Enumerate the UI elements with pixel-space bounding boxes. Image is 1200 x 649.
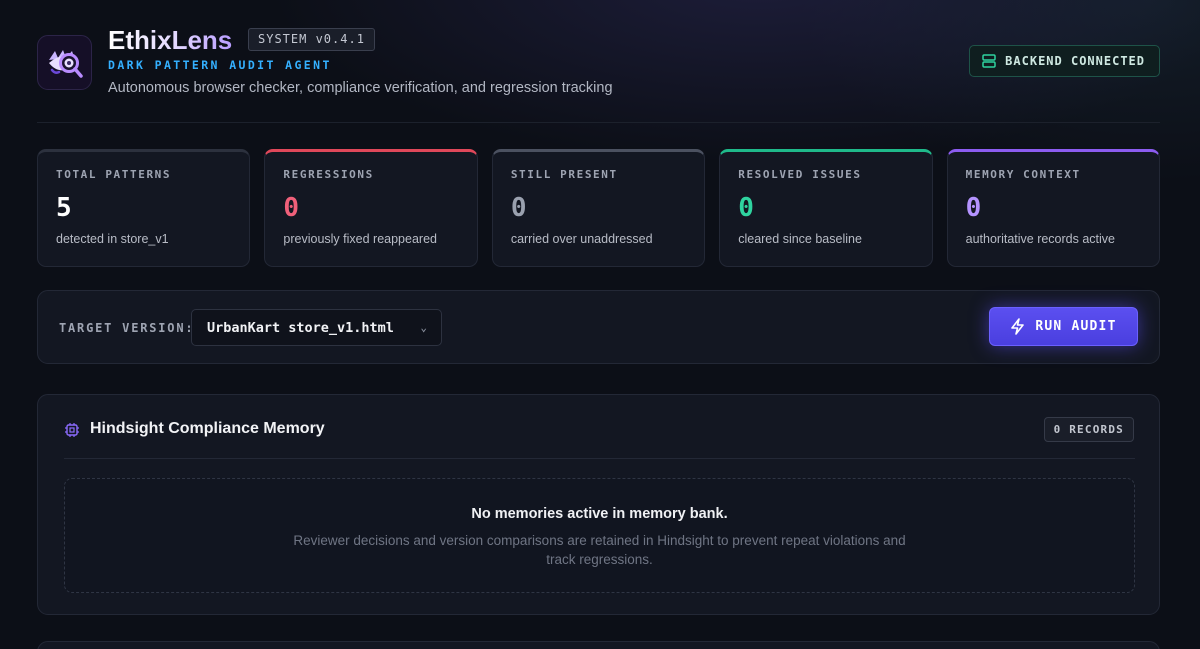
stat-label: MEMORY CONTEXT bbox=[965, 168, 1081, 181]
stat-card-regressions: REGRESSIONS 0 previously fixed reappeare… bbox=[264, 149, 478, 267]
stat-sub: detected in store_v1 bbox=[56, 232, 169, 246]
target-version-value: UrbanKart store_v1.html bbox=[207, 319, 394, 336]
stat-label: TOTAL PATTERNS bbox=[56, 168, 172, 181]
stat-value: 5 bbox=[56, 193, 72, 223]
lightning-icon bbox=[1011, 318, 1025, 335]
stat-value: 0 bbox=[965, 193, 982, 223]
stat-sub: authoritative records active bbox=[965, 232, 1116, 246]
eye-magnifier-icon bbox=[48, 49, 83, 78]
stat-card-resolved-issues: RESOLVED ISSUES 0 cleared since baseline bbox=[719, 149, 933, 267]
target-version-label: TARGET VERSION: bbox=[59, 321, 195, 335]
empty-state-description: Reviewer decisions and version compariso… bbox=[293, 533, 906, 567]
stat-sub: cleared since baseline bbox=[738, 232, 862, 246]
run-audit-button[interactable]: RUN AUDIT bbox=[989, 307, 1138, 346]
chevron-down-icon: ⌄ bbox=[420, 321, 427, 334]
app-header: EthixLens SYSTEM v0.4.1 DARK PATTERN AUD… bbox=[37, 22, 1160, 122]
memory-panel: Hindsight Compliance Memory 0 RECORDS No… bbox=[37, 394, 1160, 615]
app-tagline: Autonomous browser checker, compliance v… bbox=[108, 80, 613, 96]
stats-row: TOTAL PATTERNS 5 detected in store_v1 RE… bbox=[37, 149, 1161, 267]
stat-card-memory-context: MEMORY CONTEXT 0 authoritative records a… bbox=[946, 149, 1161, 267]
header-divider bbox=[37, 122, 1160, 123]
memory-empty-state: No memories active in memory bank. Revie… bbox=[64, 478, 1135, 593]
server-icon bbox=[982, 54, 996, 68]
version-badge: SYSTEM v0.4.1 bbox=[248, 28, 375, 51]
stat-value: 0 bbox=[738, 193, 754, 223]
memory-title: Hindsight Compliance Memory bbox=[90, 420, 325, 437]
chip-icon bbox=[65, 423, 79, 437]
stat-sub: carried over unaddressed bbox=[510, 232, 653, 246]
stat-label: STILL PRESENT bbox=[510, 168, 618, 181]
memory-divider bbox=[64, 458, 1135, 459]
stat-label: RESOLVED ISSUES bbox=[738, 168, 862, 181]
stat-value: 0 bbox=[283, 193, 300, 223]
app-title: EthixLens bbox=[108, 25, 233, 55]
stat-card-still-present: STILL PRESENT 0 carried over unaddressed bbox=[491, 149, 706, 267]
backend-status-badge: BACKEND CONNECTED bbox=[969, 45, 1160, 77]
app-logo bbox=[37, 35, 92, 90]
stat-label: REGRESSIONS bbox=[283, 168, 374, 181]
backend-status-text: BACKEND CONNECTED bbox=[1005, 54, 1145, 68]
stat-card-total-patterns: TOTAL PATTERNS 5 detected in store_v1 bbox=[37, 149, 251, 267]
next-panel-edge bbox=[37, 641, 1160, 649]
run-audit-label: RUN AUDIT bbox=[1035, 319, 1117, 334]
records-badge: 0 RECORDS bbox=[1043, 417, 1134, 442]
stat-sub: previously fixed reappeared bbox=[283, 232, 437, 246]
stat-value: 0 bbox=[510, 193, 527, 223]
empty-state-title: No memories active in memory bank. bbox=[471, 506, 728, 522]
audit-controls: TARGET VERSION: UrbanKart store_v1.html … bbox=[37, 290, 1160, 364]
app-subtitle: DARK PATTERN AUDIT AGENT bbox=[108, 58, 332, 72]
target-version-select[interactable]: UrbanKart store_v1.html ⌄ bbox=[191, 309, 442, 346]
